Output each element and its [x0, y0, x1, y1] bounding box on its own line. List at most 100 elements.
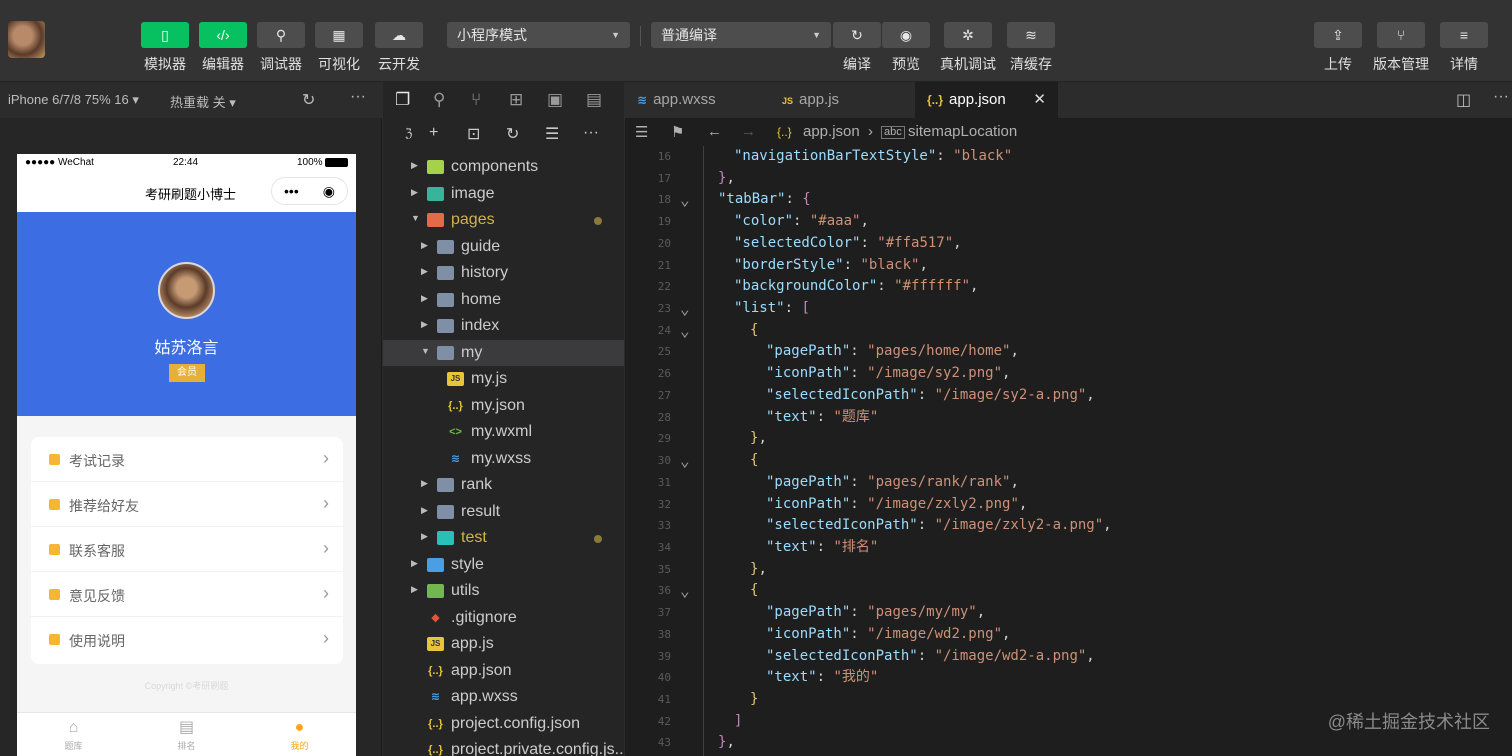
- code-line[interactable]: 33 "selectedIconPath": "/image/zxly2-a.pn…: [625, 515, 1512, 537]
- tree-item[interactable]: ◆ .gitignore: [383, 605, 624, 632]
- code-line[interactable]: 37 "pagePath": "pages/my/my",: [625, 602, 1512, 624]
- tree-item[interactable]: ▶ index: [383, 313, 624, 340]
- code-line[interactable]: 40 "text": "我的": [625, 667, 1512, 689]
- menu-item-support[interactable]: 联系客服 ›: [31, 527, 343, 572]
- code-line[interactable]: 23 ⌄ "list": [: [625, 298, 1512, 320]
- tree-item[interactable]: JS my.js: [383, 366, 624, 393]
- code-line[interactable]: 22 "backgroundColor": "#ffffff",: [625, 276, 1512, 298]
- code-line[interactable]: 31 "pagePath": "pages/rank/rank",: [625, 472, 1512, 494]
- tree-item[interactable]: {..} project.private.config.js...: [383, 737, 628, 756]
- more-icon[interactable]: ···: [583, 124, 599, 142]
- tree-item[interactable]: ≋ app.wxss: [383, 684, 624, 711]
- tree-item[interactable]: {..} project.config.json: [383, 711, 624, 738]
- tab-app-wxss[interactable]: ≋ app.wxss: [625, 82, 769, 118]
- tree-item[interactable]: {..} my.json: [383, 393, 624, 420]
- chevron-right-icon[interactable]: ▶: [411, 558, 418, 569]
- code-line[interactable]: 27 "selectedIconPath": "/image/sy2-a.png"…: [625, 385, 1512, 407]
- chevron-down-icon[interactable]: ▼: [421, 346, 430, 356]
- tree-item[interactable]: ▶ home: [383, 287, 624, 314]
- code-line[interactable]: 30 ⌄ {: [625, 450, 1512, 472]
- capsule-menu[interactable]: ••• ◉: [271, 177, 348, 205]
- storage-icon[interactable]: ▤: [586, 90, 602, 110]
- code-line[interactable]: 16 "navigationBarTextStyle": "black": [625, 146, 1512, 168]
- tab-app-json[interactable]: {..} app.json ✕: [915, 82, 1058, 118]
- tree-item[interactable]: ▶ utils: [383, 578, 624, 605]
- tab-mine[interactable]: ● 我的: [243, 713, 356, 756]
- tree-item[interactable]: JS app.js: [383, 631, 624, 658]
- outline-icon[interactable]: ☰: [635, 123, 648, 141]
- menu-item-instructions[interactable]: 使用说明 ›: [31, 617, 343, 662]
- tab-ranking[interactable]: ▤ 排名: [130, 713, 243, 756]
- tree-item[interactable]: ▶ image: [383, 181, 624, 208]
- tree-item[interactable]: ▶ history: [383, 260, 624, 287]
- code-line[interactable]: 32 "iconPath": "/image/zxly2.png",: [625, 494, 1512, 516]
- code-line[interactable]: 25 "pagePath": "pages/home/home",: [625, 341, 1512, 363]
- chevron-down-icon[interactable]: ▼: [411, 213, 420, 223]
- tree-item[interactable]: <> my.wxml: [383, 419, 624, 446]
- hot-reload-select[interactable]: 热重载 关 ▾: [170, 92, 236, 111]
- code-line[interactable]: 26 "iconPath": "/image/sy2.png",: [625, 363, 1512, 385]
- code-line[interactable]: 21 "borderStyle": "black",: [625, 255, 1512, 277]
- collapse-icon[interactable]: ℨ: [405, 126, 412, 140]
- breadcrumb-symbol[interactable]: sitemapLocation: [908, 123, 1017, 140]
- mode-select[interactable]: 小程序模式 ▼: [447, 22, 630, 48]
- chevron-right-icon[interactable]: ▶: [411, 584, 418, 595]
- rotate-icon[interactable]: ↻: [302, 90, 315, 110]
- code-line[interactable]: 35},: [625, 559, 1512, 581]
- fold-chevron-icon[interactable]: ⌄: [680, 189, 690, 211]
- tree-item[interactable]: ▼ pages: [383, 207, 624, 234]
- fold-chevron-icon[interactable]: ⌄: [680, 320, 690, 342]
- cloud-dev-button[interactable]: ☁ 云开发: [374, 22, 424, 74]
- tree-item[interactable]: ▶ components: [383, 154, 624, 181]
- capsule-close-icon[interactable]: ◉: [323, 183, 335, 200]
- more-icon[interactable]: ···: [350, 88, 366, 106]
- code-line[interactable]: 38 "iconPath": "/image/wd2.png",: [625, 624, 1512, 646]
- docker-icon[interactable]: ▣: [547, 90, 563, 110]
- refresh-icon[interactable]: ↻: [506, 124, 519, 144]
- editor-button[interactable]: ‹/› 编辑器: [198, 22, 248, 74]
- files-icon[interactable]: ❐: [395, 90, 410, 110]
- tree-item[interactable]: ≋ my.wxss: [383, 446, 624, 473]
- debugger-button[interactable]: ⚲ 调试器: [256, 22, 306, 74]
- chevron-right-icon[interactable]: ▶: [421, 293, 428, 304]
- code-line[interactable]: 28 "text": "题库": [625, 407, 1512, 429]
- compile-select[interactable]: 普通编译 ▼: [651, 22, 831, 48]
- avatar[interactable]: [158, 262, 215, 319]
- device-select[interactable]: iPhone 6/7/8 75% 16 ▾: [8, 92, 139, 108]
- chevron-right-icon[interactable]: ▶: [411, 160, 418, 171]
- extensions-icon[interactable]: ⊞: [509, 90, 523, 110]
- tab-app-js[interactable]: JS app.js: [770, 82, 914, 118]
- code-line[interactable]: 24 ⌄ {: [625, 320, 1512, 342]
- code-line[interactable]: 36 ⌄ {: [625, 580, 1512, 602]
- search-icon[interactable]: ⚲: [433, 90, 445, 110]
- code-line[interactable]: 34 "text": "排名": [625, 537, 1512, 559]
- source-control-icon[interactable]: ⑂: [471, 90, 481, 110]
- code-line[interactable]: 18 ⌄ "tabBar": {: [625, 189, 1512, 211]
- menu-item-feedback[interactable]: 意见反馈 ›: [31, 572, 343, 617]
- tree-item[interactable]: ▶ guide: [383, 234, 624, 261]
- code-line[interactable]: 29},: [625, 428, 1512, 450]
- compile-button[interactable]: ↻ 编译: [832, 22, 882, 74]
- tree-item[interactable]: ▶ rank: [383, 472, 624, 499]
- project-avatar[interactable]: [8, 21, 45, 58]
- details-button[interactable]: ≡ 详情: [1439, 22, 1489, 74]
- new-file-icon[interactable]: +: [429, 124, 438, 142]
- breadcrumb-file[interactable]: app.json: [803, 123, 860, 140]
- version-control-button[interactable]: ⑂ 版本管理: [1373, 22, 1429, 74]
- back-arrow-icon[interactable]: ←: [707, 123, 722, 140]
- tree-item[interactable]: ▶ style: [383, 552, 624, 579]
- chevron-right-icon[interactable]: ▶: [421, 266, 428, 277]
- capsule-more-icon[interactable]: •••: [284, 183, 299, 199]
- chevron-right-icon[interactable]: ▶: [421, 505, 428, 516]
- forward-arrow-icon[interactable]: →: [741, 123, 756, 140]
- visual-button[interactable]: ▦ 可视化: [314, 22, 364, 74]
- simulator-button[interactable]: ▯ 模拟器: [140, 22, 190, 74]
- chevron-right-icon[interactable]: ▶: [421, 240, 428, 251]
- menu-item-exam-records[interactable]: 考试记录 ›: [31, 437, 343, 482]
- clear-cache-button[interactable]: ≋ 清缓存: [1006, 22, 1056, 74]
- tree-item[interactable]: {..} app.json: [383, 658, 624, 685]
- chevron-right-icon[interactable]: ▶: [411, 187, 418, 198]
- preview-button[interactable]: ◉ 预览: [881, 22, 931, 74]
- close-icon[interactable]: ✕: [1033, 82, 1046, 118]
- real-device-debug-button[interactable]: ✲ 真机调试: [940, 22, 996, 74]
